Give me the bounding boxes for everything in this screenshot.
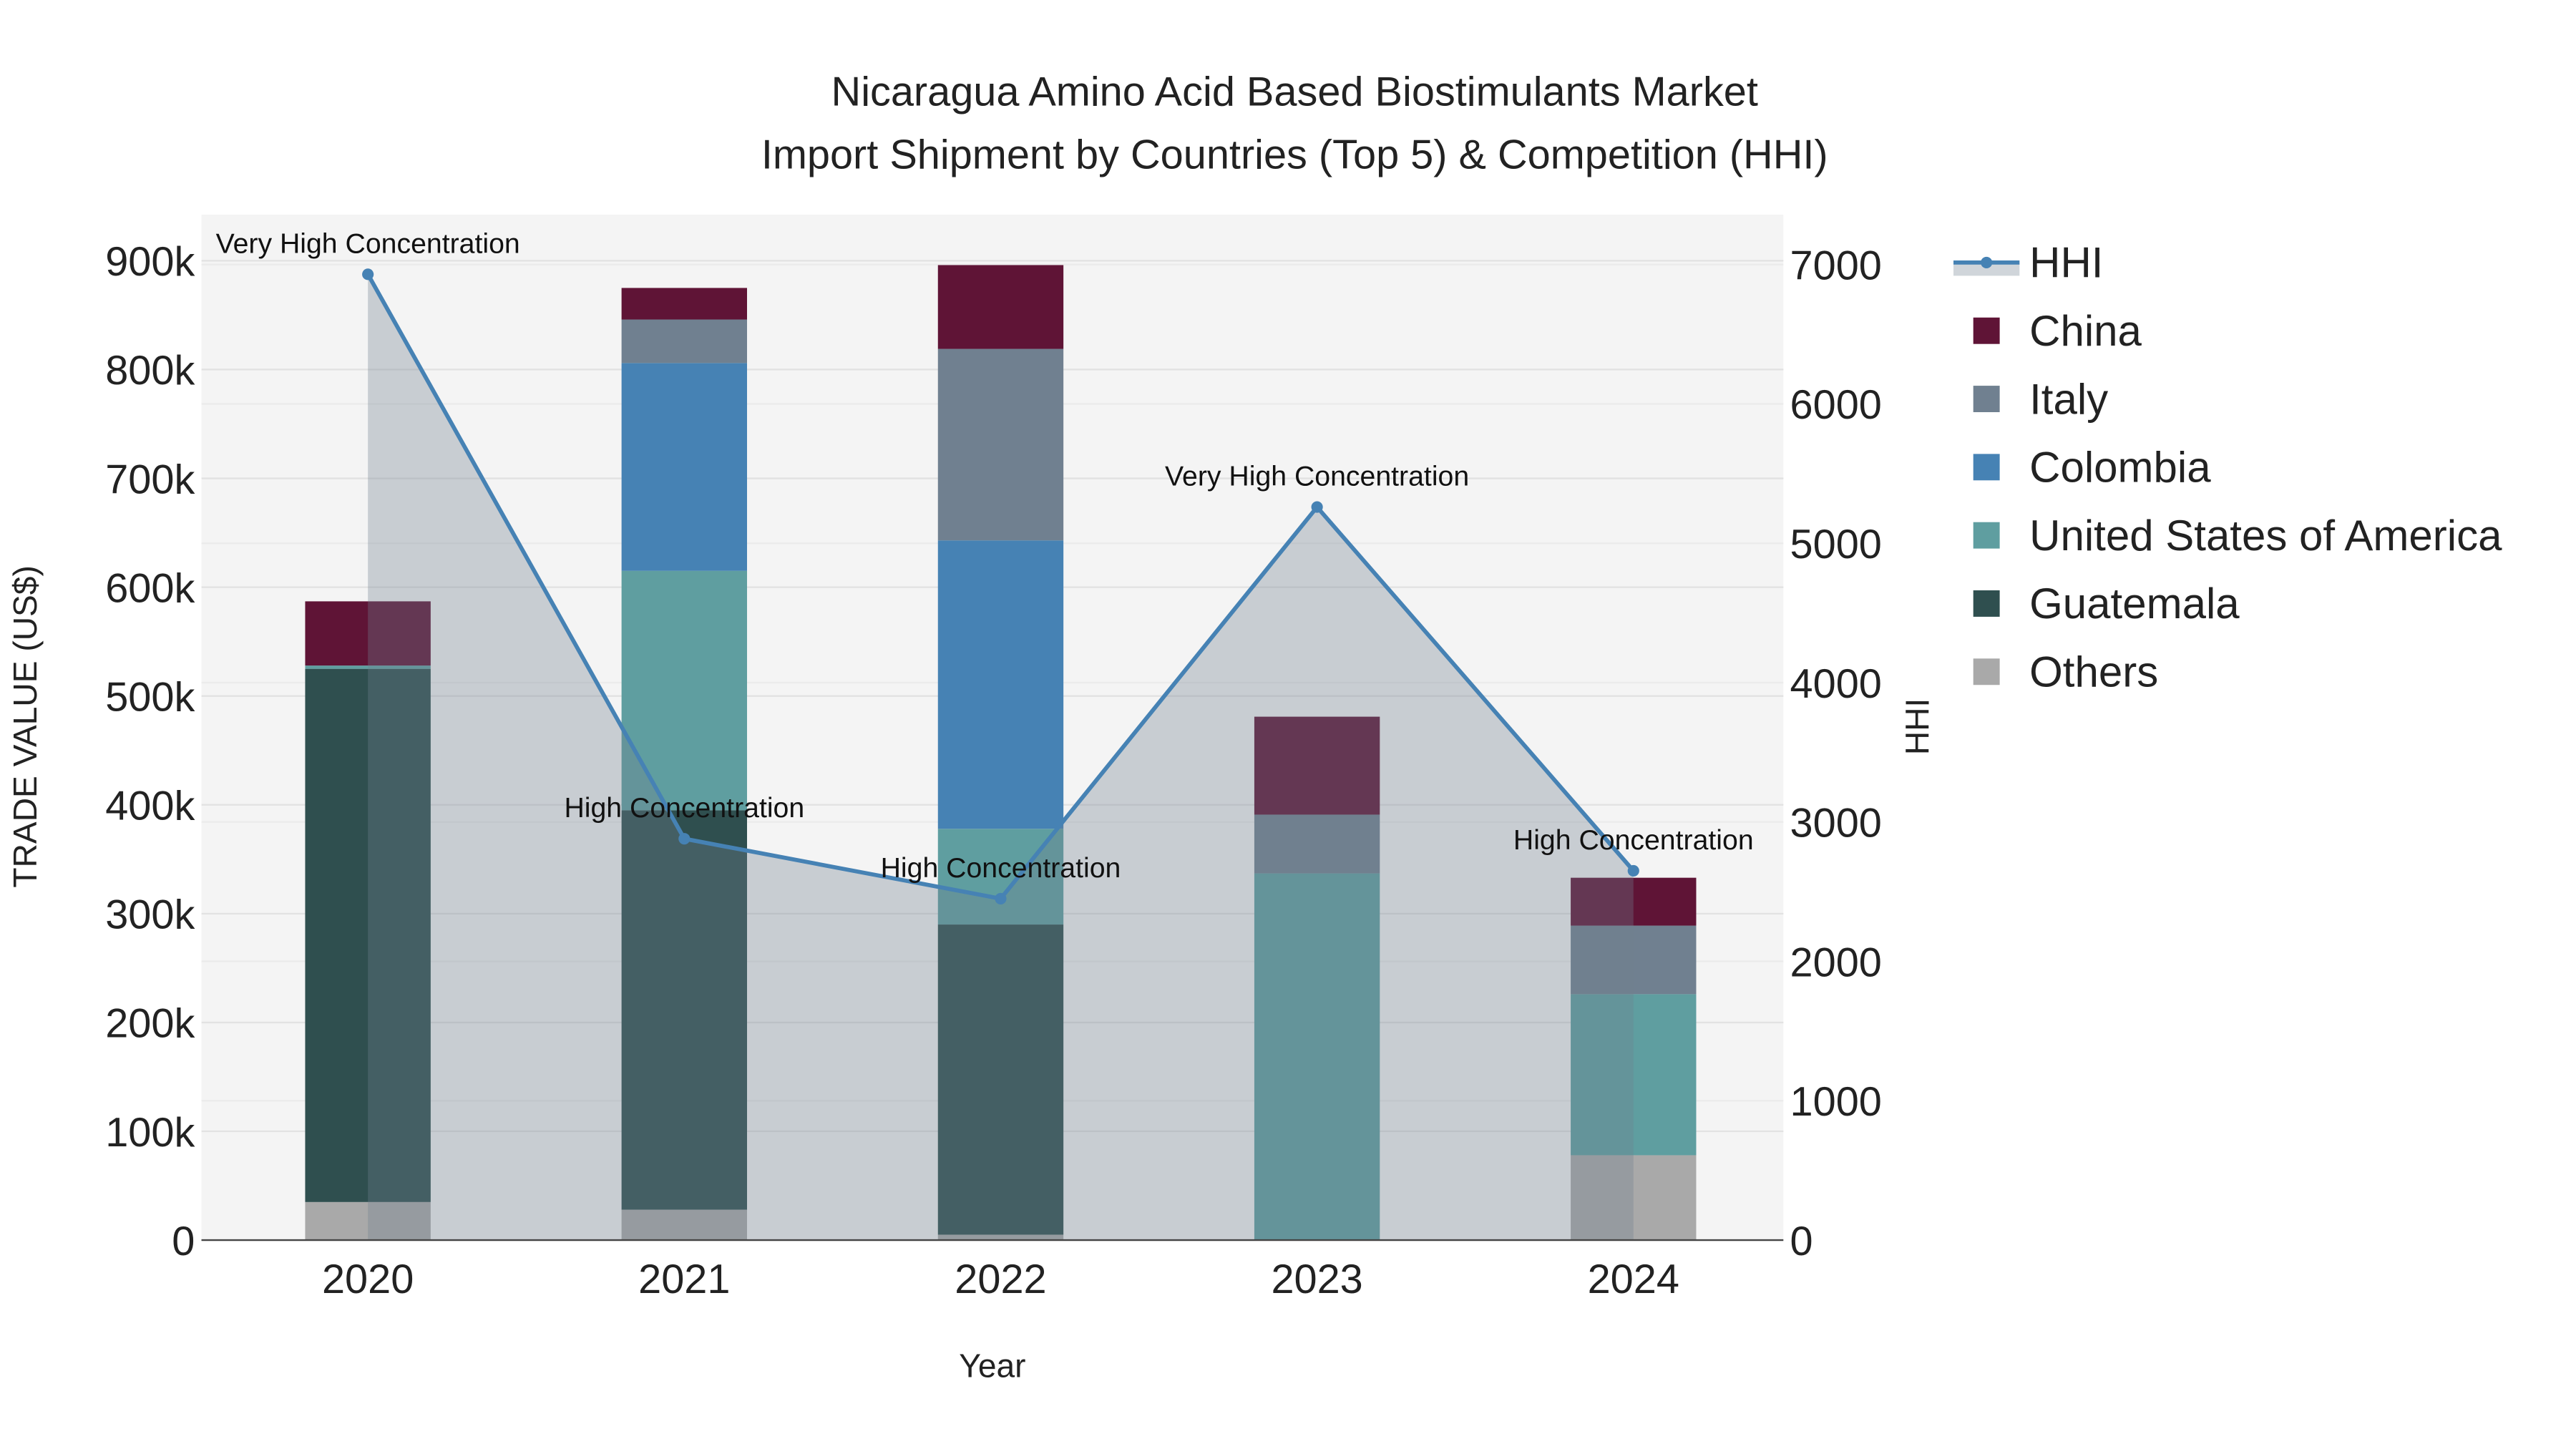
- y-tick-label: 700k: [105, 457, 195, 502]
- x-tick-label: 2021: [638, 1257, 730, 1302]
- hhi-annotation: Very High Concentration: [216, 228, 520, 259]
- bar-china: [621, 288, 747, 320]
- legend-label: Guatemala: [2029, 580, 2240, 628]
- bar-colombia: [937, 540, 1064, 829]
- x-axis-title: Year: [959, 1347, 1025, 1385]
- legend-swatch: [1973, 522, 2000, 549]
- y2-tick-label: 7000: [1790, 243, 1882, 288]
- hhi-annotation: High Concentration: [564, 792, 804, 824]
- y2-tick-label: 5000: [1790, 522, 1882, 567]
- x-tick-label: 2020: [322, 1257, 414, 1302]
- bar-colombia: [621, 363, 747, 571]
- y2-axis-title: HHI: [1898, 698, 1936, 755]
- chart-title-line1: Nicaragua Amino Acid Based Biostimulants…: [831, 69, 1758, 115]
- y-tick-label: 500k: [105, 674, 195, 720]
- hhi-point: [995, 892, 1007, 904]
- x-tick-label: 2023: [1271, 1257, 1362, 1302]
- bar-china: [937, 265, 1064, 349]
- legend-label: Italy: [2029, 375, 2108, 423]
- legend-label: China: [2029, 307, 2142, 355]
- y2-tick-label: 2000: [1790, 940, 1882, 985]
- legend-swatch: [1973, 317, 2000, 344]
- chart-title-line2: Import Shipment by Countries (Top 5) & C…: [761, 132, 1828, 177]
- hhi-point: [1311, 501, 1323, 513]
- y-tick-label: 100k: [105, 1110, 195, 1156]
- y-tick-label: 0: [172, 1219, 195, 1264]
- y2-tick-label: 4000: [1790, 661, 1882, 707]
- hhi-annotation: High Concentration: [1513, 824, 1754, 856]
- legend-swatch: [1973, 386, 2000, 412]
- chart: Very High Concentration High Concentratio…: [0, 0, 2576, 1449]
- y-tick-label: 600k: [105, 565, 195, 611]
- y-tick-label: 300k: [105, 892, 195, 938]
- legend-swatch: [1973, 590, 2000, 617]
- legend-hhi-point-swatch: [1981, 256, 1993, 268]
- y-tick-label: 200k: [105, 1001, 195, 1047]
- y-tick-label: 400k: [105, 784, 195, 829]
- bar-italy: [621, 319, 747, 364]
- y2-tick-label: 3000: [1790, 801, 1882, 847]
- x-tick-label: 2022: [955, 1257, 1046, 1302]
- y2-tick-label: 1000: [1790, 1079, 1882, 1125]
- hhi-point: [1627, 864, 1639, 877]
- hhi-point: [678, 833, 691, 845]
- bar-italy: [937, 348, 1064, 541]
- legend-label: Colombia: [2029, 444, 2211, 492]
- x-tick-label: 2024: [1588, 1257, 1679, 1302]
- legend-swatch: [1973, 454, 2000, 481]
- hhi-annotation: Very High Concentration: [1165, 461, 1469, 492]
- y-axis-title: TRADE VALUE (US$): [6, 565, 44, 887]
- legend-label: Others: [2029, 648, 2158, 696]
- y2-tick-label: 6000: [1790, 382, 1882, 428]
- legend-label: United States of America: [2029, 512, 2502, 560]
- hhi-point: [362, 268, 374, 280]
- legend-label: HHI: [2029, 239, 2103, 287]
- hhi-annotation: High Concentration: [881, 852, 1121, 884]
- y-tick-label: 900k: [105, 239, 195, 285]
- y2-tick-label: 0: [1790, 1219, 1813, 1264]
- legend-swatch: [1973, 658, 2000, 686]
- y-tick-label: 800k: [105, 348, 195, 394]
